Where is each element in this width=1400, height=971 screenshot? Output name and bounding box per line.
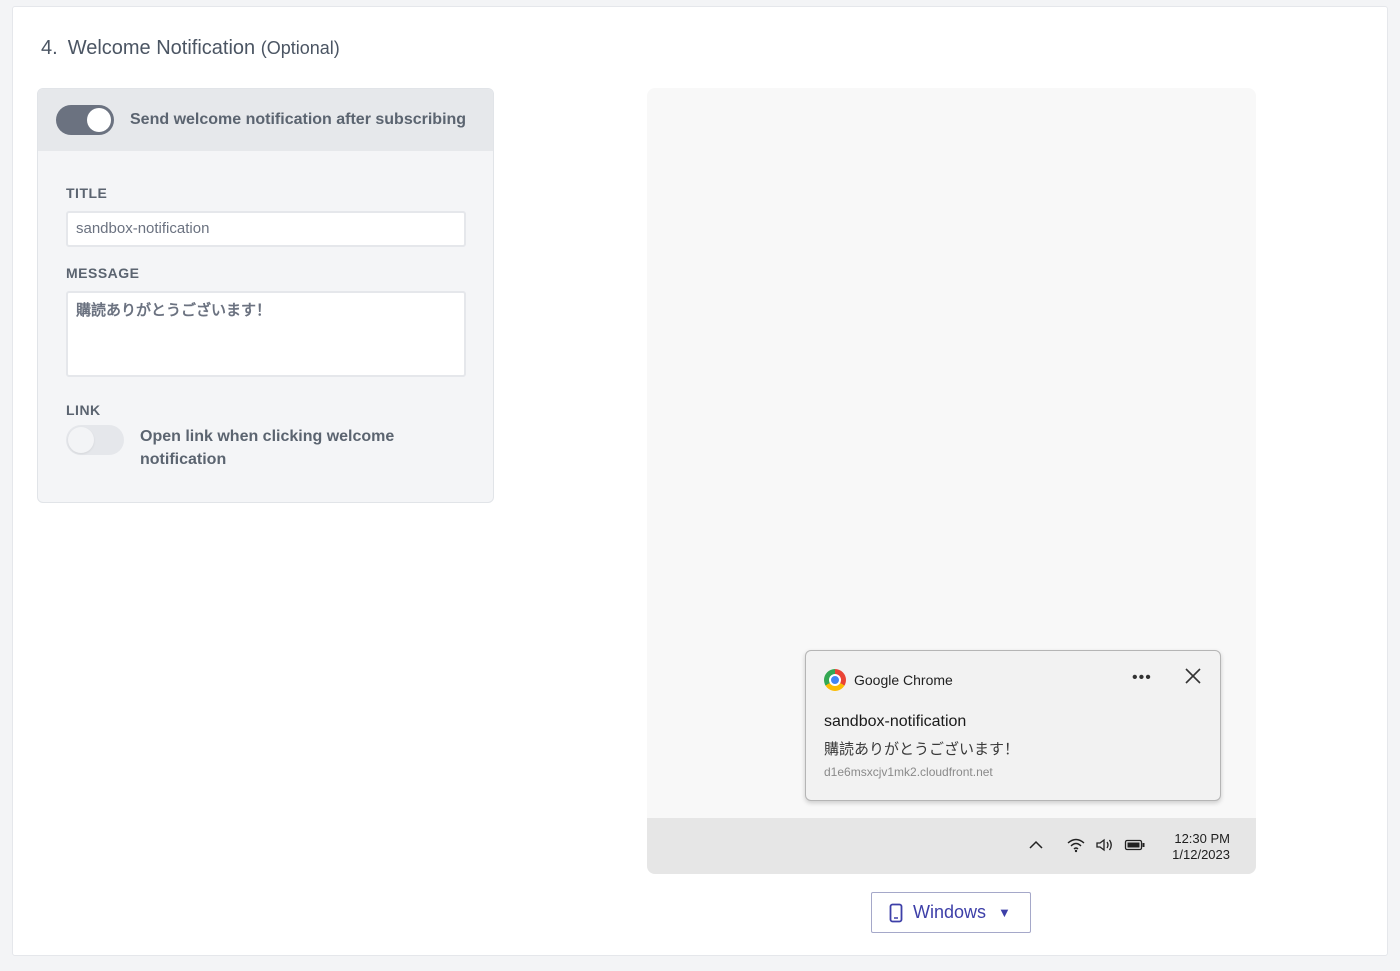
close-icon[interactable] <box>1184 667 1202 685</box>
section-number: 4. <box>41 37 58 59</box>
os-select-value: Windows <box>913 902 987 922</box>
taskbar-date: 1/12/2023 <box>1172 847 1230 862</box>
optional-label: (Optional) <box>260 38 340 58</box>
notification-preview: Google Chrome ••• sandbox-notification 購… <box>647 88 1256 874</box>
app-name: Google Chrome <box>854 672 953 688</box>
taskbar-clock[interactable]: 12:30 PM 1/12/2023 <box>1172 831 1230 863</box>
toggle-knob <box>68 427 94 453</box>
settings-panel: Send welcome notification after subscrib… <box>37 88 494 503</box>
taskbar: 12:30 PM 1/12/2023 <box>647 818 1256 874</box>
toggle-knob <box>87 108 111 132</box>
welcome-notification-card: 4. Welcome Notification (Optional) Send w… <box>12 6 1388 956</box>
wifi-icon[interactable] <box>1066 837 1086 853</box>
title-input[interactable]: sandbox-notification <box>66 211 466 247</box>
message-textarea[interactable]: 購読ありがとうございます！ <box>66 291 466 377</box>
send-toggle-row: Send welcome notification after subscrib… <box>38 89 493 151</box>
chrome-icon <box>824 669 846 691</box>
notification-url: d1e6msxcjv1mk2.cloudfront.net <box>824 765 993 779</box>
os-select-dropdown[interactable]: Windows ▼ <box>871 892 1031 933</box>
volume-icon[interactable] <box>1095 837 1115 853</box>
notification-title: sandbox-notification <box>824 713 967 730</box>
notification-popup: Google Chrome ••• sandbox-notification 購… <box>805 650 1221 801</box>
taskbar-time: 12:30 PM <box>1174 831 1230 846</box>
battery-icon[interactable] <box>1124 837 1146 853</box>
send-welcome-label: Send welcome notification after subscrib… <box>130 111 467 128</box>
link-label: LINK <box>66 402 101 418</box>
notification-app: Google Chrome <box>824 669 953 691</box>
chevron-up-icon[interactable] <box>1028 837 1044 853</box>
link-toggle-row: Open link when clicking welcome notifica… <box>66 425 420 471</box>
device-icon <box>889 903 903 922</box>
send-welcome-toggle[interactable] <box>56 105 114 135</box>
section-title-text: Welcome Notification <box>67 37 256 59</box>
caret-down-icon: ▼ <box>998 905 1011 920</box>
section-title: 4. Welcome Notification (Optional) <box>41 37 340 60</box>
open-link-toggle[interactable] <box>66 425 124 455</box>
notification-message: 購読ありがとうございます！ <box>824 741 1020 758</box>
title-label: TITLE <box>66 185 108 201</box>
more-dots-icon[interactable]: ••• <box>1132 669 1152 687</box>
open-link-label: Open link when clicking welcome notifica… <box>140 428 395 468</box>
message-label: MESSAGE <box>66 265 140 281</box>
